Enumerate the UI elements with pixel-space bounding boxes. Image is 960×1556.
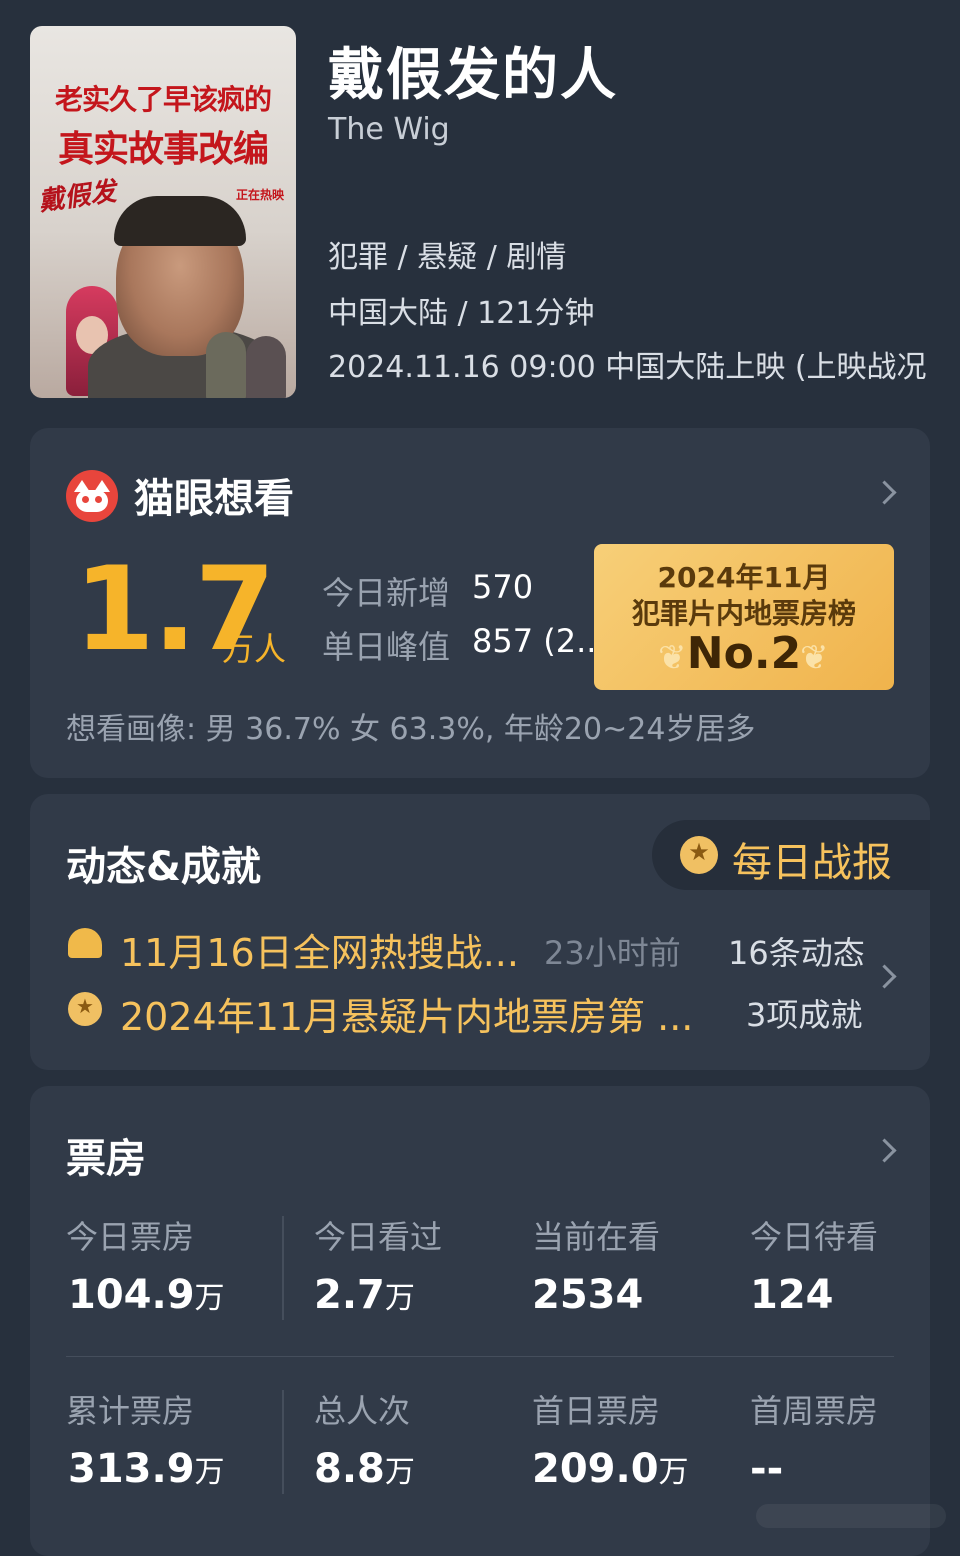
- movie-region-duration: 中国大陆 / 121分钟: [328, 296, 595, 331]
- total-admissions-value: 8.8万: [314, 1446, 415, 1492]
- watermark: [756, 1504, 946, 1528]
- news-achievements-card[interactable]: 动态&成就 ★ 每日战报 11月16日全网热搜战... 23小时前 16条动态 …: [30, 794, 930, 1070]
- new-today-value: 570: [472, 568, 534, 606]
- ranking-position: No.2: [686, 628, 802, 679]
- first-week-box-office-label: 首周票房: [750, 1392, 879, 1430]
- first-day-box-office-label: 首日票房: [532, 1392, 661, 1430]
- poster-figure: [246, 336, 286, 398]
- ranking-category: 犯罪片内地票房榜: [631, 597, 856, 630]
- column-divider: [282, 1216, 284, 1320]
- first-week-box-office-value: --: [750, 1446, 784, 1492]
- chevron-right-icon[interactable]: [872, 480, 897, 505]
- news-title: 动态&成就: [66, 844, 261, 890]
- news-item-time: 23小时前: [544, 934, 681, 972]
- laurel-right-icon: ❦: [800, 638, 829, 678]
- total-admissions-label: 总人次: [314, 1392, 411, 1430]
- medal-icon: ★: [680, 836, 718, 874]
- audience-portrait: 想看画像: 男 36.7% 女 63.3%, 年龄20~24岁居多: [66, 712, 756, 747]
- total-box-office-label: 累计票房: [66, 1392, 195, 1430]
- new-today-label: 今日新增: [322, 574, 451, 612]
- achievement-item-text[interactable]: 2024年11月悬疑片内地票房第 ...: [120, 986, 693, 1041]
- box-office-card[interactable]: 票房 今日票房 104.9万 今日看过 2.7万 当前在看 2534 今日待看 …: [30, 1086, 930, 1556]
- poster-tagline: 老实久了早该疯的: [54, 83, 272, 116]
- watching-now-label: 当前在看: [532, 1218, 661, 1256]
- daily-report-button[interactable]: ★ 每日战报: [652, 820, 930, 890]
- want-unit: 万人: [222, 630, 287, 668]
- ranking-period: 2024年11月: [657, 561, 831, 594]
- box-office-title: 票房: [66, 1136, 146, 1182]
- movie-release-info[interactable]: 2024.11.16 09:00 中国大陆上映 (上映战况: [328, 342, 927, 386]
- movie-title-english: The Wig: [328, 112, 450, 147]
- first-day-box-office-value: 209.0万: [532, 1446, 689, 1492]
- total-box-office-value: 313.9万: [68, 1446, 225, 1492]
- news-item-text[interactable]: 11月16日全网热搜战...: [120, 922, 519, 977]
- watching-now-value: 2534: [532, 1272, 644, 1318]
- news-count: 16条动态: [728, 934, 865, 972]
- chevron-right-icon[interactable]: [872, 964, 897, 989]
- today-box-office-label: 今日票房: [66, 1218, 195, 1256]
- poster-figure: [206, 332, 246, 398]
- bell-icon: [68, 928, 102, 962]
- row-divider: [66, 1356, 894, 1357]
- today-box-office-value: 104.9万: [68, 1272, 225, 1318]
- achievement-count: 3项成就: [746, 996, 863, 1034]
- daily-peak-value: 857 (2...: [472, 622, 607, 660]
- want-title: 猫眼想看: [134, 476, 294, 522]
- today-to-watch-value: 124: [750, 1272, 834, 1318]
- poster-headline: 真实故事改编: [57, 129, 269, 170]
- today-watched-value: 2.7万: [314, 1272, 415, 1318]
- column-divider: [282, 1390, 284, 1494]
- maoyan-cat-icon: [66, 470, 118, 522]
- poster-now-showing: 正在热映: [235, 188, 284, 202]
- movie-poster[interactable]: 老实久了早该疯的 真实故事改编 戴假发 正在热映: [30, 26, 296, 398]
- chevron-right-icon[interactable]: [872, 1138, 897, 1163]
- poster-figure: [114, 196, 246, 246]
- medal-icon: ★: [68, 992, 102, 1026]
- movie-title: 戴假发的人: [328, 43, 618, 108]
- daily-report-label: 每日战报: [732, 840, 892, 886]
- movie-genres: 犯罪 / 悬疑 / 剧情: [328, 240, 567, 275]
- today-to-watch-label: 今日待看: [750, 1218, 879, 1256]
- daily-peak-label: 单日峰值: [322, 628, 451, 666]
- want-to-see-card[interactable]: 猫眼想看 1.7 万人 今日新增 570 单日峰值 857 (2... 2024…: [30, 428, 930, 778]
- poster-title-logo: 戴假发: [36, 176, 119, 218]
- ranking-badge[interactable]: 2024年11月 犯罪片内地票房榜 ❦ No.2 ❦: [594, 544, 894, 690]
- today-watched-label: 今日看过: [314, 1218, 443, 1256]
